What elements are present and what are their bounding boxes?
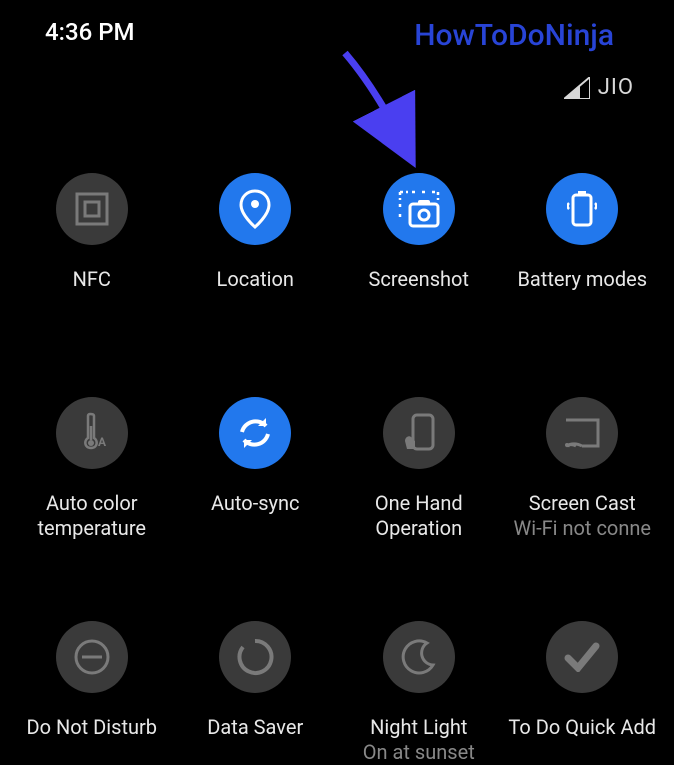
tile-screenshot[interactable]: Screenshot bbox=[337, 173, 501, 317]
moon-icon bbox=[383, 621, 455, 693]
status-time: 4:36 PM bbox=[45, 18, 135, 46]
tile-one-hand[interactable]: One Hand Operation bbox=[337, 397, 501, 541]
tile-label: To Do Quick Add bbox=[508, 715, 656, 765]
cast-icon bbox=[546, 397, 618, 469]
tile-auto-sync[interactable]: Auto-sync bbox=[174, 397, 338, 541]
tile-sublabel: Wi-Fi not conne bbox=[513, 516, 651, 541]
watermark-text: HowToDoNinja bbox=[414, 18, 644, 53]
signal-indicator: JIO bbox=[564, 75, 634, 100]
tile-do-not-disturb[interactable]: Do Not Disturb bbox=[10, 621, 174, 765]
tile-sublabel: On at sunset bbox=[363, 740, 475, 765]
location-icon bbox=[219, 173, 291, 245]
check-icon bbox=[546, 621, 618, 693]
screenshot-icon bbox=[383, 173, 455, 245]
tile-label: Screen Cast bbox=[513, 491, 651, 516]
quick-settings-grid: NFC Location Screenshot bbox=[0, 53, 674, 765]
battery-icon bbox=[546, 173, 618, 245]
tile-label: Do Not Disturb bbox=[26, 715, 157, 765]
tile-label: Battery modes bbox=[517, 267, 647, 317]
tile-todo-quick-add[interactable]: To Do Quick Add bbox=[501, 621, 665, 765]
sync-icon bbox=[219, 397, 291, 469]
tile-screen-cast[interactable]: Screen Cast Wi-Fi not conne bbox=[501, 397, 665, 541]
status-bar: 4:36 PM HowToDoNinja bbox=[0, 0, 674, 53]
tile-auto-color-temp[interactable]: A Auto color temperature bbox=[10, 397, 174, 541]
svg-text:A: A bbox=[98, 435, 107, 449]
data-saver-icon bbox=[219, 621, 291, 693]
tile-location[interactable]: Location bbox=[174, 173, 338, 317]
tile-label: Night Light bbox=[363, 715, 475, 740]
dnd-icon bbox=[56, 621, 128, 693]
tile-label: NFC bbox=[73, 267, 111, 317]
tile-nfc[interactable]: NFC bbox=[10, 173, 174, 317]
one-hand-icon bbox=[383, 397, 455, 469]
tile-label: Auto-sync bbox=[211, 491, 300, 541]
tile-label: Data Saver bbox=[207, 715, 303, 765]
thermometer-icon: A bbox=[56, 397, 128, 469]
tile-label: One Hand Operation bbox=[337, 491, 501, 541]
tile-label: Screenshot bbox=[369, 267, 469, 317]
carrier-label: JIO bbox=[598, 75, 634, 100]
nfc-icon bbox=[56, 173, 128, 245]
tile-label: Auto color temperature bbox=[10, 491, 174, 541]
signal-icon bbox=[564, 77, 590, 99]
tile-data-saver[interactable]: Data Saver bbox=[174, 621, 338, 765]
tile-night-light[interactable]: Night Light On at sunset bbox=[337, 621, 501, 765]
tile-battery-modes[interactable]: Battery modes bbox=[501, 173, 665, 317]
tile-label: Location bbox=[217, 267, 294, 317]
